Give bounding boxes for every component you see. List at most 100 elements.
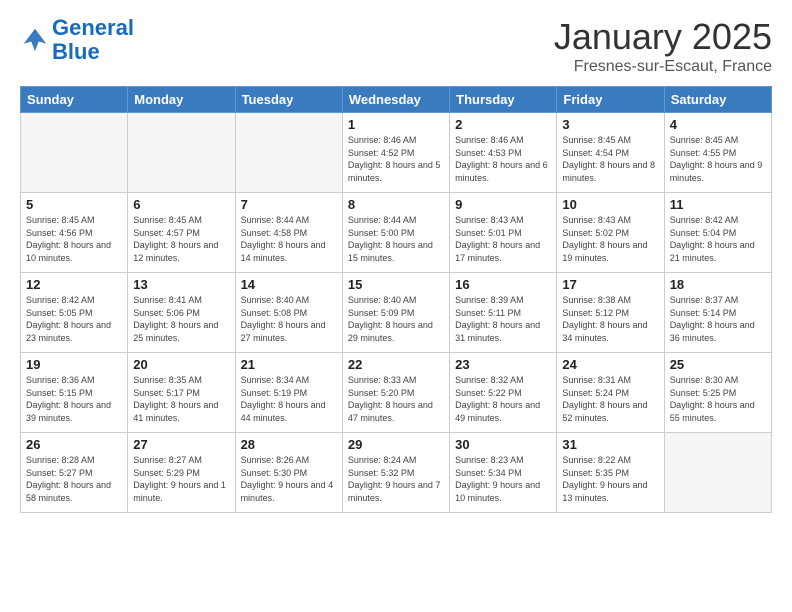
calendar-week-row: 12 Sunrise: 8:42 AM Sunset: 5:05 PM Dayli… — [21, 273, 772, 353]
day-info: Sunrise: 8:37 AM Sunset: 5:14 PM Dayligh… — [670, 294, 766, 344]
col-thursday: Thursday — [450, 87, 557, 113]
day-number: 5 — [26, 197, 122, 212]
table-row — [21, 113, 128, 193]
calendar-week-row: 5Sunrise: 8:45 AM Sunset: 4:56 PM Daylig… — [21, 193, 772, 273]
logo: General Blue — [20, 16, 134, 64]
col-friday: Friday — [557, 87, 664, 113]
table-row: 11Sunrise: 8:42 AM Sunset: 5:04 PM Dayli… — [664, 193, 771, 273]
table-row: 17Sunrise: 8:38 AM Sunset: 5:12 PM Dayli… — [557, 273, 664, 353]
table-row — [235, 113, 342, 193]
table-row: 25 Sunrise: 8:30 AM Sunset: 5:25 PM Dayli… — [664, 353, 771, 433]
day-number: 4 — [670, 117, 766, 132]
day-number: 12 — [26, 277, 122, 292]
day-info: Sunrise: 8:30 AM Sunset: 5:25 PM Dayligh… — [670, 374, 766, 424]
day-info: Sunrise: 8:44 AM Sunset: 4:58 PM Dayligh… — [241, 214, 337, 264]
table-row: 27 Sunrise: 8:27 AM Sunset: 5:29 PM Dayli… — [128, 433, 235, 513]
day-info: Sunrise: 8:31 AM Sunset: 5:24 PM Dayligh… — [562, 374, 658, 424]
day-info: Sunrise: 8:41 AM Sunset: 5:06 PM Dayligh… — [133, 294, 229, 344]
col-monday: Monday — [128, 87, 235, 113]
day-number: 11 — [670, 197, 766, 212]
table-row: 22 Sunrise: 8:33 AM Sunset: 5:20 PM Dayli… — [342, 353, 449, 433]
day-number: 30 — [455, 437, 551, 452]
day-number: 18 — [670, 277, 766, 292]
day-number: 29 — [348, 437, 444, 452]
title-block: January 2025 Fresnes-sur-Escaut, France — [554, 16, 772, 76]
day-info: Sunrise: 8:44 AM Sunset: 5:00 PM Dayligh… — [348, 214, 444, 264]
day-info: Sunrise: 8:42 AM Sunset: 5:05 PM Dayligh… — [26, 294, 122, 344]
day-info: Sunrise: 8:39 AM Sunset: 5:11 PM Dayligh… — [455, 294, 551, 344]
table-row: 1 Sunrise: 8:46 AM Sunset: 4:52 PM Daylig… — [342, 113, 449, 193]
table-row: 21Sunrise: 8:34 AM Sunset: 5:19 PM Dayli… — [235, 353, 342, 433]
location-title: Fresnes-sur-Escaut, France — [554, 58, 772, 76]
table-row: 14 Sunrise: 8:40 AM Sunset: 5:08 PM Dayli… — [235, 273, 342, 353]
logo-blue: Blue — [52, 40, 134, 64]
table-row: 9Sunrise: 8:43 AM Sunset: 5:01 PM Daylig… — [450, 193, 557, 273]
day-number: 1 — [348, 117, 444, 132]
day-info: Sunrise: 8:24 AM Sunset: 5:32 PM Dayligh… — [348, 454, 444, 504]
calendar-table: Sunday Monday Tuesday Wednesday Thursday… — [20, 86, 772, 513]
page: General Blue January 2025 Fresnes-sur-Es… — [0, 0, 792, 612]
day-number: 25 — [670, 357, 766, 372]
table-row: 4Sunrise: 8:45 AM Sunset: 4:55 PM Daylig… — [664, 113, 771, 193]
table-row: 19 Sunrise: 8:36 AM Sunset: 5:15 PM Dayli… — [21, 353, 128, 433]
table-row: 12 Sunrise: 8:42 AM Sunset: 5:05 PM Dayli… — [21, 273, 128, 353]
table-row: 28Sunrise: 8:26 AM Sunset: 5:30 PM Dayli… — [235, 433, 342, 513]
table-row: 5Sunrise: 8:45 AM Sunset: 4:56 PM Daylig… — [21, 193, 128, 273]
day-info: Sunrise: 8:36 AM Sunset: 5:15 PM Dayligh… — [26, 374, 122, 424]
day-number: 28 — [241, 437, 337, 452]
table-row: 3 Sunrise: 8:45 AM Sunset: 4:54 PM Daylig… — [557, 113, 664, 193]
day-number: 20 — [133, 357, 229, 372]
day-number: 26 — [26, 437, 122, 452]
day-info: Sunrise: 8:23 AM Sunset: 5:34 PM Dayligh… — [455, 454, 551, 504]
day-number: 13 — [133, 277, 229, 292]
table-row: 7 Sunrise: 8:44 AM Sunset: 4:58 PM Daylig… — [235, 193, 342, 273]
table-row: 2Sunrise: 8:46 AM Sunset: 4:53 PM Daylig… — [450, 113, 557, 193]
table-row: 10Sunrise: 8:43 AM Sunset: 5:02 PM Dayli… — [557, 193, 664, 273]
table-row — [664, 433, 771, 513]
table-row: 6 Sunrise: 8:45 AM Sunset: 4:57 PM Daylig… — [128, 193, 235, 273]
day-info: Sunrise: 8:33 AM Sunset: 5:20 PM Dayligh… — [348, 374, 444, 424]
table-row: 20Sunrise: 8:35 AM Sunset: 5:17 PM Dayli… — [128, 353, 235, 433]
logo-general: General — [52, 15, 134, 40]
day-number: 3 — [562, 117, 658, 132]
month-title: January 2025 — [554, 16, 772, 58]
day-number: 7 — [241, 197, 337, 212]
day-number: 31 — [562, 437, 658, 452]
day-number: 19 — [26, 357, 122, 372]
day-number: 14 — [241, 277, 337, 292]
day-number: 9 — [455, 197, 551, 212]
day-number: 15 — [348, 277, 444, 292]
calendar-header-row: Sunday Monday Tuesday Wednesday Thursday… — [21, 87, 772, 113]
table-row: 15 Sunrise: 8:40 AM Sunset: 5:09 PM Dayli… — [342, 273, 449, 353]
col-wednesday: Wednesday — [342, 87, 449, 113]
day-info: Sunrise: 8:32 AM Sunset: 5:22 PM Dayligh… — [455, 374, 551, 424]
day-number: 27 — [133, 437, 229, 452]
day-info: Sunrise: 8:22 AM Sunset: 5:35 PM Dayligh… — [562, 454, 658, 504]
day-number: 23 — [455, 357, 551, 372]
col-tuesday: Tuesday — [235, 87, 342, 113]
day-number: 16 — [455, 277, 551, 292]
day-info: Sunrise: 8:46 AM Sunset: 4:52 PM Dayligh… — [348, 134, 444, 184]
day-number: 17 — [562, 277, 658, 292]
table-row: 16 Sunrise: 8:39 AM Sunset: 5:11 PM Dayli… — [450, 273, 557, 353]
table-row: 13 Sunrise: 8:41 AM Sunset: 5:06 PM Dayli… — [128, 273, 235, 353]
day-info: Sunrise: 8:46 AM Sunset: 4:53 PM Dayligh… — [455, 134, 551, 184]
col-saturday: Saturday — [664, 87, 771, 113]
calendar-week-row: 26Sunrise: 8:28 AM Sunset: 5:27 PM Dayli… — [21, 433, 772, 513]
table-row: 8Sunrise: 8:44 AM Sunset: 5:00 PM Daylig… — [342, 193, 449, 273]
calendar-week-row: 1 Sunrise: 8:46 AM Sunset: 4:52 PM Daylig… — [21, 113, 772, 193]
day-info: Sunrise: 8:27 AM Sunset: 5:29 PM Dayligh… — [133, 454, 229, 504]
table-row: 23 Sunrise: 8:32 AM Sunset: 5:22 PM Dayli… — [450, 353, 557, 433]
calendar-week-row: 19 Sunrise: 8:36 AM Sunset: 5:15 PM Dayli… — [21, 353, 772, 433]
day-info: Sunrise: 8:43 AM Sunset: 5:02 PM Dayligh… — [562, 214, 658, 264]
day-info: Sunrise: 8:34 AM Sunset: 5:19 PM Dayligh… — [241, 374, 337, 424]
day-number: 22 — [348, 357, 444, 372]
table-row: 24Sunrise: 8:31 AM Sunset: 5:24 PM Dayli… — [557, 353, 664, 433]
day-number: 6 — [133, 197, 229, 212]
day-info: Sunrise: 8:40 AM Sunset: 5:09 PM Dayligh… — [348, 294, 444, 344]
col-sunday: Sunday — [21, 87, 128, 113]
table-row — [128, 113, 235, 193]
day-info: Sunrise: 8:45 AM Sunset: 4:57 PM Dayligh… — [133, 214, 229, 264]
day-info: Sunrise: 8:45 AM Sunset: 4:54 PM Dayligh… — [562, 134, 658, 184]
day-info: Sunrise: 8:40 AM Sunset: 5:08 PM Dayligh… — [241, 294, 337, 344]
